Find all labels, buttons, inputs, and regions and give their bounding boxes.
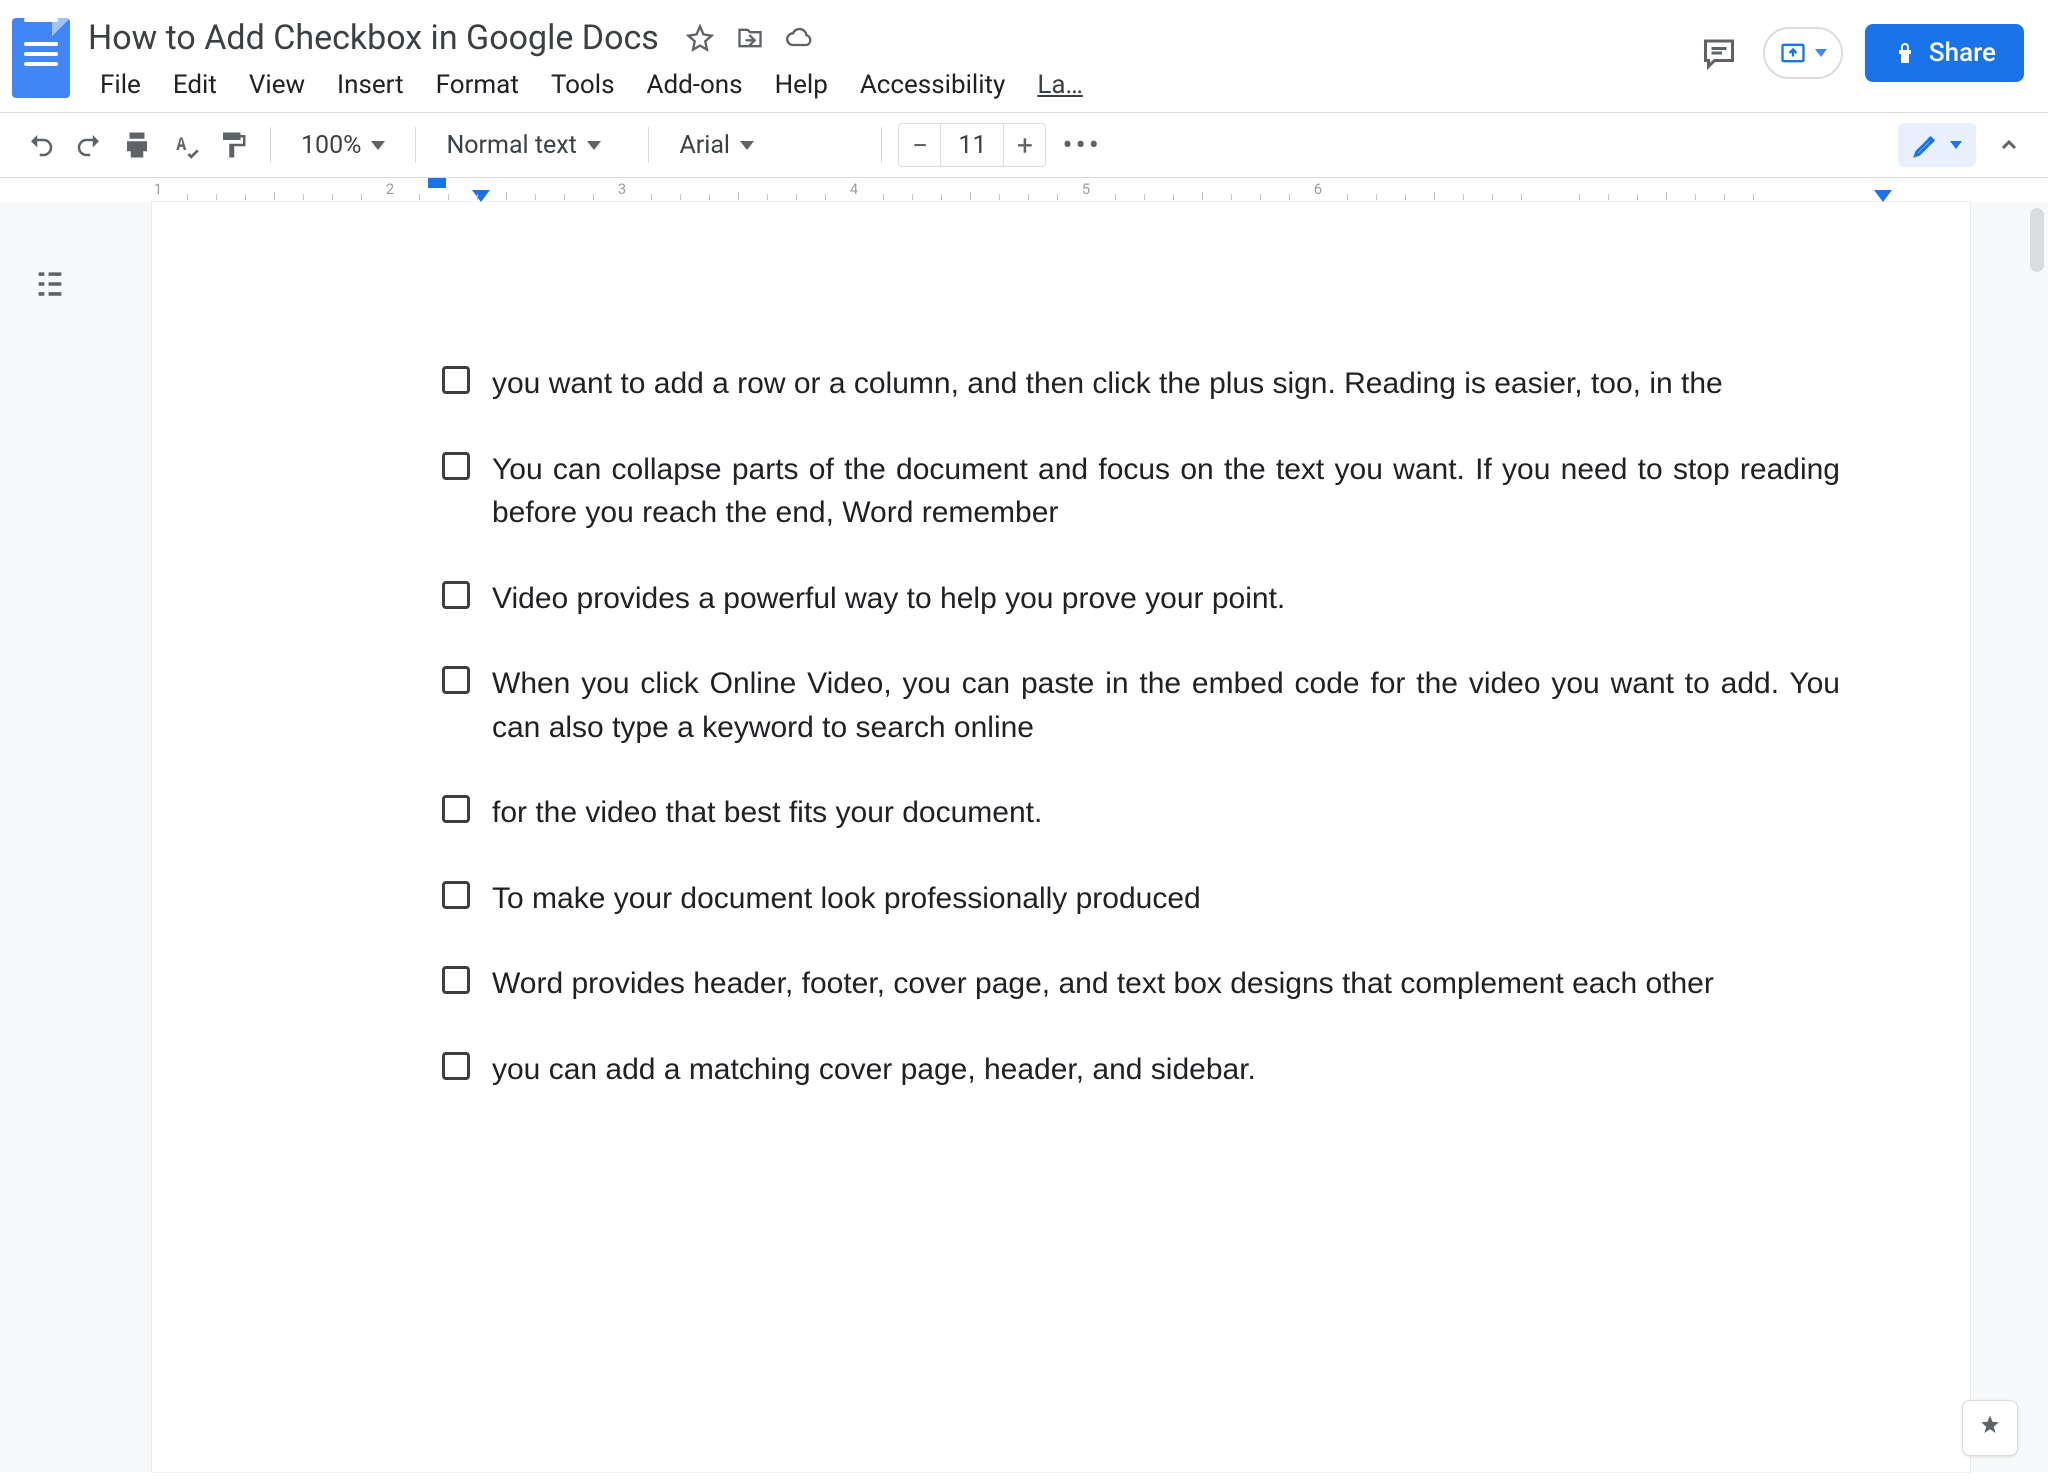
ruler-number: 5 (1082, 180, 1090, 198)
font-value: Arial (679, 131, 730, 160)
checklist-item[interactable]: When you click Online Video, you can pas… (442, 662, 1840, 749)
menu-bar: File Edit View Insert Format Tools Add-o… (82, 66, 1685, 104)
checklist-item[interactable]: you can add a matching cover page, heade… (442, 1048, 1840, 1092)
checkbox-icon[interactable] (442, 795, 470, 823)
docs-logo-icon[interactable] (12, 18, 70, 98)
checkbox-icon[interactable] (442, 966, 470, 994)
left-indent-marker[interactable] (472, 190, 490, 202)
zoom-value: 100% (301, 131, 361, 160)
menu-format[interactable]: Format (422, 66, 533, 104)
checklist-item[interactable]: You can collapse parts of the document a… (442, 448, 1840, 535)
font-select[interactable]: Arial (665, 125, 865, 166)
paint-format-button[interactable] (212, 124, 254, 166)
spellcheck-button[interactable] (164, 124, 206, 166)
zoom-select[interactable]: 100% (287, 125, 399, 166)
menu-last-edit[interactable]: La… (1023, 66, 1097, 104)
checklist-item[interactable]: Video provides a powerful way to help yo… (442, 577, 1840, 621)
checklist: you want to add a row or a column, and t… (442, 362, 1840, 1091)
font-size-group: − 11 + (898, 123, 1046, 167)
ruler-number: 3 (618, 180, 626, 198)
menu-addons[interactable]: Add-ons (633, 66, 757, 104)
redo-button[interactable] (68, 124, 110, 166)
checklist-item[interactable]: To make your document look professionall… (442, 877, 1840, 921)
checklist-item[interactable]: Word provides header, footer, cover page… (442, 962, 1840, 1006)
editing-mode-button[interactable] (1898, 123, 1976, 167)
checkbox-icon[interactable] (442, 366, 470, 394)
explore-button[interactable] (1962, 1400, 2018, 1456)
comments-icon[interactable] (1697, 31, 1741, 75)
indent-marker[interactable] (428, 178, 446, 188)
font-size-decrease[interactable]: − (899, 124, 941, 166)
document-page[interactable]: you want to add a row or a column, and t… (152, 202, 1970, 1472)
menu-insert[interactable]: Insert (323, 66, 418, 104)
document-title[interactable]: How to Add Checkbox in Google Docs (82, 16, 665, 60)
font-size-increase[interactable]: + (1003, 124, 1045, 166)
document-outline-button[interactable] (28, 262, 72, 306)
caret-down-icon (371, 141, 385, 150)
checkbox-icon[interactable] (442, 666, 470, 694)
menu-file[interactable]: File (86, 66, 155, 104)
menu-view[interactable]: View (235, 66, 319, 104)
menu-edit[interactable]: Edit (159, 66, 231, 104)
checklist-item[interactable]: for the video that best fits your docume… (442, 791, 1840, 835)
right-indent-marker[interactable] (1874, 190, 1892, 202)
ruler-number: 4 (850, 180, 858, 198)
font-size-value[interactable]: 11 (941, 131, 1003, 160)
toolbar: 100% Normal text Arial − 11 + ••• (0, 113, 2048, 178)
ruler-number: 2 (386, 180, 394, 198)
menu-help[interactable]: Help (761, 66, 842, 104)
style-value: Normal text (446, 131, 576, 160)
checkbox-icon[interactable] (442, 452, 470, 480)
vertical-scrollbar[interactable] (2030, 208, 2044, 272)
caret-down-icon (1950, 141, 1962, 149)
hide-menus-button[interactable] (1990, 126, 2028, 164)
ruler-number: 1 (154, 180, 162, 198)
paragraph-style-select[interactable]: Normal text (432, 125, 632, 166)
checkbox-icon[interactable] (442, 1052, 470, 1080)
undo-button[interactable] (20, 124, 62, 166)
print-button[interactable] (116, 124, 158, 166)
share-button[interactable]: Share (1865, 24, 2024, 82)
menu-tools[interactable]: Tools (537, 66, 629, 104)
menu-accessibility[interactable]: Accessibility (846, 66, 1020, 104)
horizontal-ruler[interactable]: 1 2 3 4 5 6 (152, 178, 2048, 202)
checkbox-icon[interactable] (442, 581, 470, 609)
checklist-item[interactable]: you want to add a row or a column, and t… (442, 362, 1840, 406)
cloud-status-icon[interactable] (785, 23, 815, 53)
move-icon[interactable] (735, 23, 765, 53)
caret-down-icon (740, 141, 754, 150)
caret-down-icon (587, 141, 601, 150)
ruler-number: 6 (1314, 180, 1322, 198)
app-header: How to Add Checkbox in Google Docs File … (0, 0, 2048, 104)
star-icon[interactable] (685, 23, 715, 53)
document-canvas: you want to add a row or a column, and t… (0, 202, 2048, 1472)
checkbox-icon[interactable] (442, 881, 470, 909)
share-label: Share (1929, 38, 1996, 68)
present-button[interactable] (1763, 27, 1843, 79)
more-tools-button[interactable]: ••• (1052, 128, 1111, 163)
caret-down-icon (1815, 49, 1827, 57)
